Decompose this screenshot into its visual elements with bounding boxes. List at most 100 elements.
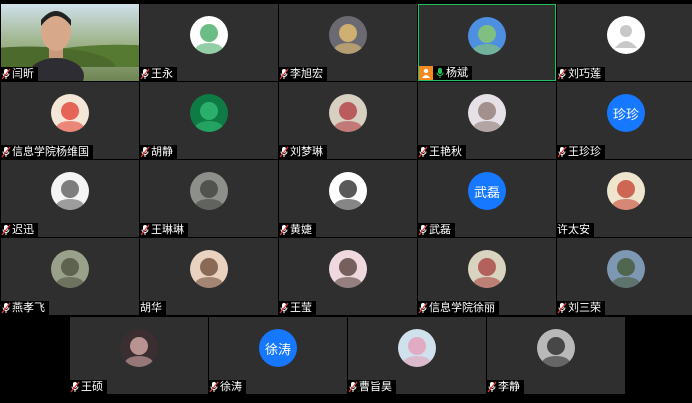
mic-muted-icon — [348, 381, 359, 393]
avatar — [329, 250, 367, 288]
participant-name: 黄婕 — [290, 223, 312, 236]
participant-name: 信息学院杨维国 — [12, 145, 89, 158]
participant-namebar: 王艳秋 — [418, 145, 466, 159]
participant-name: 王莹 — [290, 301, 312, 314]
mic-muted-icon — [418, 146, 429, 158]
participant-namebar: 许太安 — [557, 223, 594, 237]
participant-namebar: 武磊 — [418, 223, 455, 237]
participant-tile[interactable]: 刘巧莲 — [557, 4, 692, 81]
participant-name: 李旭宏 — [290, 67, 323, 80]
participant-tile[interactable]: 许太安 — [557, 160, 692, 237]
participant-namebar: 王硕 — [70, 380, 107, 394]
mic-muted-icon — [140, 224, 151, 236]
mic-muted-icon — [279, 68, 290, 80]
participant-name: 王珍珍 — [568, 145, 601, 158]
avatar — [190, 250, 228, 288]
participant-namebar: 信息学院杨维国 — [1, 145, 93, 159]
participant-namebar: 王永 — [140, 67, 177, 81]
participant-tile[interactable]: 王莹 — [279, 238, 417, 315]
mic-muted-icon — [557, 68, 568, 80]
participant-namebar: 迟迅 — [1, 223, 38, 237]
participant-tile[interactable]: 迟迅 — [1, 160, 139, 237]
participant-tile[interactable]: 李旭宏 — [279, 4, 417, 81]
participant-namebar: 胡静 — [140, 145, 177, 159]
avatar — [468, 250, 506, 288]
participant-name: 刘巧莲 — [568, 67, 601, 80]
participant-tile[interactable]: 黄婕 — [279, 160, 417, 237]
participant-tile[interactable]: 刘三荣 — [557, 238, 692, 315]
participant-tile[interactable]: 胡华 — [140, 238, 278, 315]
participant-tile[interactable]: 徐涛 徐涛 — [209, 317, 347, 394]
participant-namebar: 李旭宏 — [279, 67, 327, 81]
mic-icon — [435, 67, 446, 79]
participant-tile[interactable]: 李静 — [487, 317, 625, 394]
participant-tile[interactable]: 燕孝飞 — [1, 238, 139, 315]
avatar — [329, 16, 367, 54]
participant-namebar: 胡华 — [140, 301, 166, 315]
participant-name: 胡静 — [151, 145, 173, 158]
avatar: 珍珍 — [607, 94, 645, 132]
participant-name: 李静 — [498, 380, 520, 393]
mic-muted-icon — [487, 381, 498, 393]
mic-muted-icon — [140, 146, 151, 158]
avatar — [51, 94, 89, 132]
participant-namebar: 徐涛 — [209, 380, 246, 394]
participant-tile[interactable]: 信息学院杨维国 — [1, 82, 139, 159]
mic-muted-icon — [209, 381, 220, 393]
participant-tile[interactable]: 王永 — [140, 4, 278, 81]
participant-name: 王琳琳 — [151, 223, 184, 236]
participant-namebar: 刘梦琳 — [279, 145, 327, 159]
avatar — [607, 250, 645, 288]
participant-name: 武磊 — [429, 223, 451, 236]
participant-name: 燕孝飞 — [12, 301, 45, 314]
avatar — [398, 329, 436, 367]
participant-namebar: 燕孝飞 — [1, 301, 49, 315]
mic-muted-icon — [557, 302, 568, 314]
avatar: 徐涛 — [259, 329, 297, 367]
mic-muted-icon — [1, 146, 12, 158]
participant-tile[interactable]: 闫昕 — [1, 4, 139, 81]
participant-name: 刘梦琳 — [290, 145, 323, 158]
participant-tile[interactable]: 武磊 武磊 — [418, 160, 556, 237]
participant-namebar: 曹旨昊 — [348, 380, 396, 394]
mic-muted-icon — [1, 302, 12, 314]
participant-name: 王硕 — [81, 380, 103, 393]
participant-name: 刘三荣 — [568, 301, 601, 314]
participant-name: 杨斌 — [446, 66, 468, 79]
avatar — [329, 172, 367, 210]
participant-tile[interactable]: 珍珍 王珍珍 — [557, 82, 692, 159]
avatar — [329, 94, 367, 132]
mic-muted-icon — [279, 224, 290, 236]
avatar: 武磊 — [468, 172, 506, 210]
participant-namebar: 黄婕 — [279, 223, 316, 237]
participant-tile[interactable]: 曹旨昊 — [348, 317, 486, 394]
mic-muted-icon — [557, 146, 568, 158]
mic-muted-icon — [140, 68, 151, 80]
participant-name: 胡华 — [140, 301, 162, 314]
participant-tile[interactable]: 王琳琳 — [140, 160, 278, 237]
participant-namebar: 刘巧莲 — [557, 67, 605, 81]
participant-tile[interactable]: 胡静 — [140, 82, 278, 159]
participant-tile[interactable]: 王艳秋 — [418, 82, 556, 159]
participant-tile[interactable]: 杨斌 — [418, 4, 556, 81]
participant-tile[interactable]: 信息学院徐丽 — [418, 238, 556, 315]
mic-muted-icon — [1, 68, 12, 80]
avatar — [51, 172, 89, 210]
avatar — [120, 329, 158, 367]
mic-muted-icon — [279, 146, 290, 158]
avatar — [607, 16, 645, 54]
participant-name: 迟迅 — [12, 223, 34, 236]
host-icon — [419, 66, 433, 80]
avatar — [190, 172, 228, 210]
mic-muted-icon — [279, 302, 290, 314]
participant-tile[interactable]: 王硕 — [70, 317, 208, 394]
participant-namebar: 王珍珍 — [557, 145, 605, 159]
mic-muted-icon — [418, 224, 429, 236]
participant-name: 信息学院徐丽 — [429, 301, 495, 314]
participant-tile[interactable]: 刘梦琳 — [279, 82, 417, 159]
participant-namebar: 刘三荣 — [557, 301, 605, 315]
avatar — [537, 329, 575, 367]
avatar — [468, 94, 506, 132]
participant-name: 王艳秋 — [429, 145, 462, 158]
participant-name: 闫昕 — [12, 67, 34, 80]
